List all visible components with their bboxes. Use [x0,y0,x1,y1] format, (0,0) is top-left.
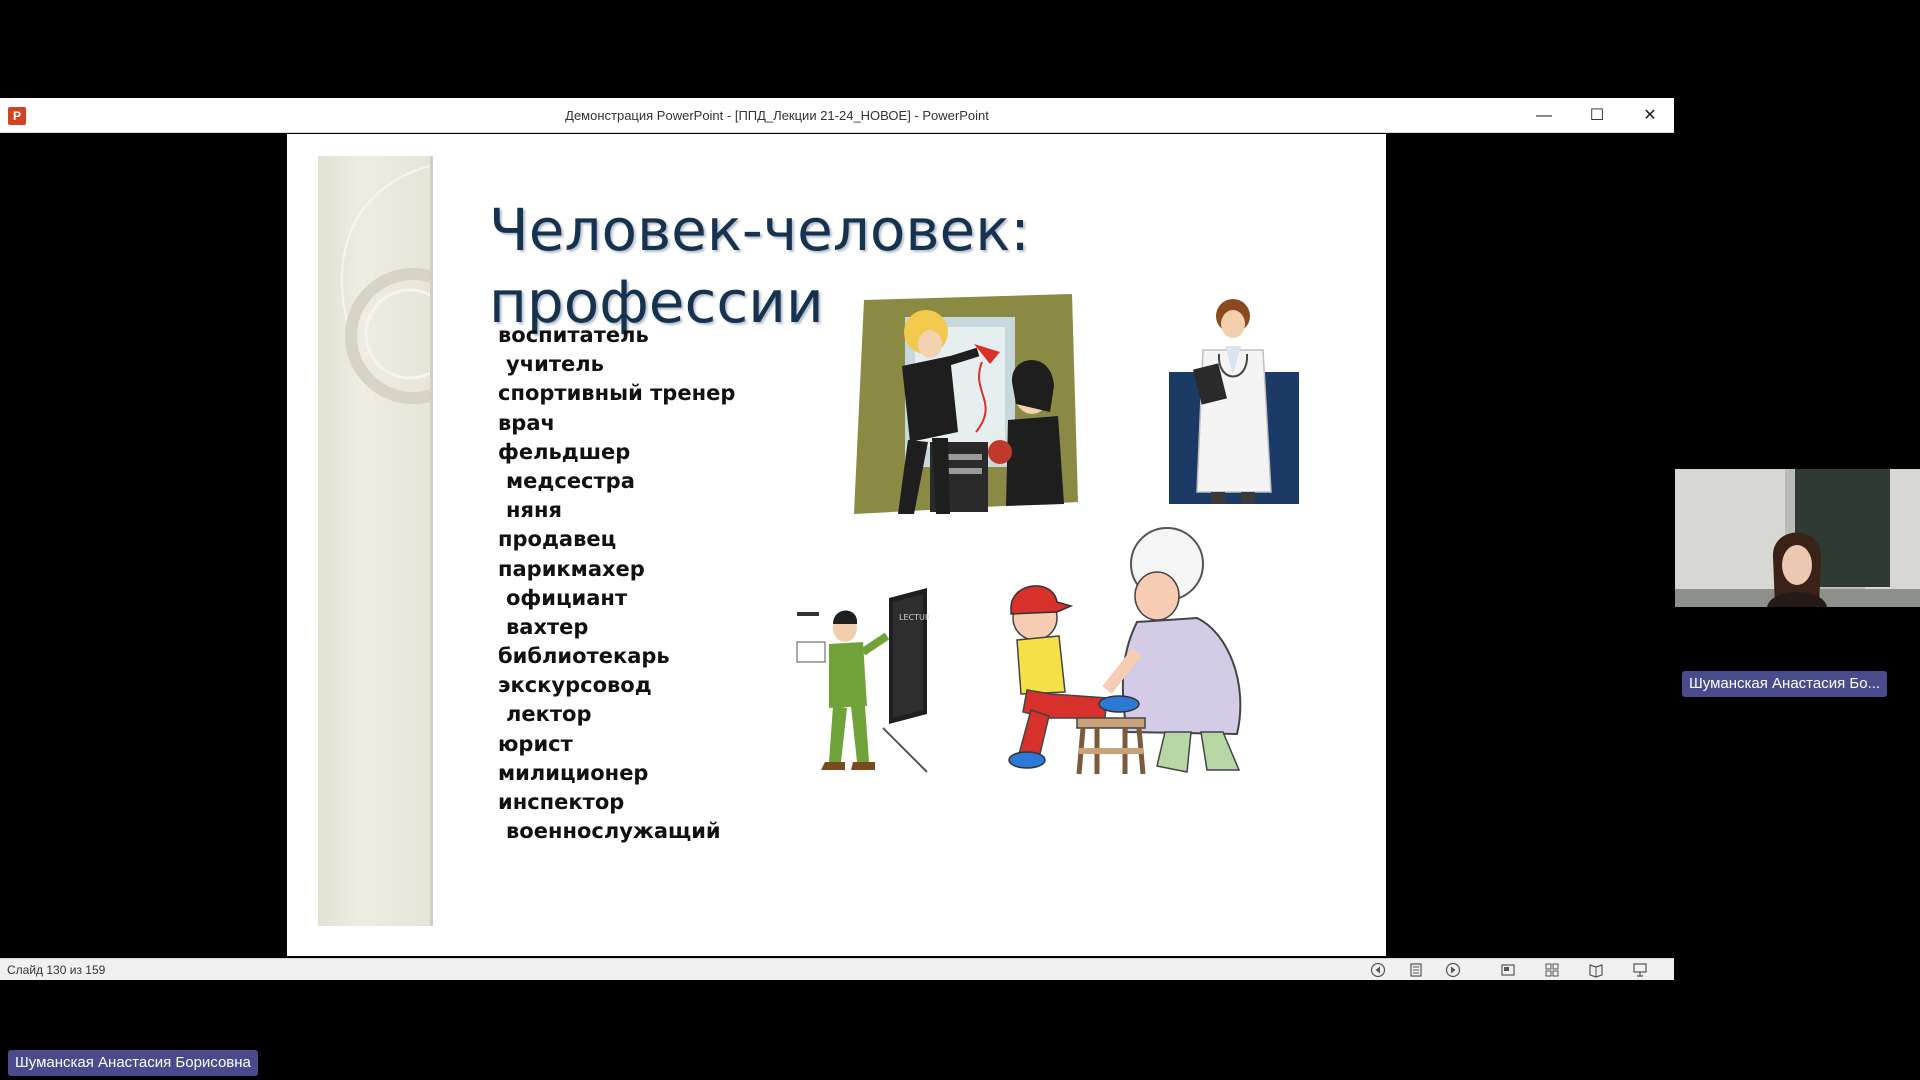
list-item: парикмахер [498,556,645,581]
maximize-button[interactable]: ☐ [1570,98,1624,133]
svg-text:LECTURE: LECTURE [899,613,929,622]
presenter-name-tag: Шуманская Анастасия Борисовна [8,1050,258,1076]
title-bar[interactable]: P Демонстрация PowerPoint - [ППД_Лекции … [0,98,1674,133]
minimize-button[interactable]: — [1517,98,1571,133]
list-item: спортивный тренер [498,381,736,406]
list-item: воспитатель [498,323,649,347]
list-item: учитель [506,352,604,377]
list-item: библиотекарь [498,644,670,669]
list-item: няня [506,498,562,523]
close-button[interactable]: ✕ [1623,98,1677,133]
nurse-helping-boy-clipart [1008,527,1242,775]
list-item: экскурсовод [498,673,652,698]
list-item: инспектор [498,790,625,814]
list-item: врач [498,410,555,435]
list-item: вахтер [506,614,589,639]
list-item: милиционер [498,760,649,785]
normal-view-icon[interactable] [1500,962,1516,978]
list-item: продавец [498,527,617,552]
list-item: фельдшер [498,439,631,464]
list-item: медсестра [506,468,635,493]
previous-icon[interactable] [1370,962,1386,978]
notes-icon[interactable] [1408,962,1424,978]
status-bar: Слайд 130 из 159 [0,958,1674,980]
slideshow-icon[interactable] [1632,962,1648,978]
doctor-clipart [1169,299,1299,504]
list-item: лектор [506,702,592,727]
slide[interactable]: Человек-человек: профессии воспитатель у… [287,134,1386,956]
list-item: официант [506,585,628,610]
profession-list: воспитатель учитель спортивный тренер вр… [498,321,735,846]
hairdresser-clipart [854,294,1078,514]
slide-counter: Слайд 130 из 159 [7,963,106,977]
participant-name-tag: Шуманская Анастасия Бо... [1682,671,1888,697]
slide-sorter-icon[interactable] [1544,962,1560,978]
decorative-side-strip [318,156,433,926]
participant-video[interactable] [1675,469,1920,607]
list-item: военнослужащий [506,819,721,844]
slide-title-line1: Человек-человек: [489,196,1030,264]
list-item: юрист [498,731,573,756]
powerpoint-window: P Демонстрация PowerPoint - [ППД_Лекции … [0,98,1674,982]
next-icon[interactable] [1445,962,1461,978]
lecturer-clipart: LECTURE [796,588,929,773]
window-title: Демонстрация PowerPoint - [ППД_Лекции 21… [565,108,989,123]
reading-view-icon[interactable] [1588,962,1604,978]
